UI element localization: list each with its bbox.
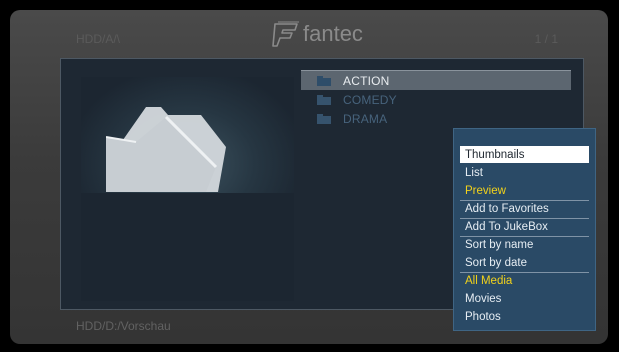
fantec-logo: fantec [272, 16, 382, 52]
folder-label: ACTION [343, 73, 390, 88]
menu-item-photos[interactable]: Photos [460, 308, 589, 325]
folder-icon [317, 75, 331, 86]
menu-item-list[interactable]: List [460, 164, 589, 181]
tv-screen: HDD/A/\ fantec 1 / 1 ACTION COMEDY DRAMA… [10, 10, 608, 344]
menu-item-all-media[interactable]: All Media [460, 272, 589, 289]
folder-icon [317, 94, 331, 105]
preview-pane [81, 77, 294, 301]
folder-thumbnail-icon [105, 97, 226, 192]
fantec-logo-icon [272, 21, 300, 47]
folder-label: DRAMA [343, 111, 388, 126]
page-counter: 1 / 1 [534, 32, 558, 46]
folder-icon [317, 113, 331, 124]
menu-item-movies[interactable]: Movies [460, 290, 589, 307]
menu-item-preview[interactable]: Preview [460, 182, 589, 199]
menu-item-thumbnails[interactable]: Thumbnails [460, 146, 589, 163]
menu-item-add-to-jukebox[interactable]: Add To JukeBox [460, 218, 589, 235]
folder-list: ACTION COMEDY DRAMA [301, 70, 571, 128]
menu-item-add-to-favorites[interactable]: Add to Favorites [460, 200, 589, 217]
footer-path: HDD/D:/Vorschau [76, 319, 171, 333]
menu-item-sort-by-date[interactable]: Sort by date [460, 254, 589, 271]
menu-item-sort-by-name[interactable]: Sort by name [460, 236, 589, 253]
folder-row-drama[interactable]: DRAMA [301, 109, 571, 128]
logo-text: fantec [303, 21, 363, 46]
folder-row-action[interactable]: ACTION [301, 70, 571, 90]
folder-row-comedy[interactable]: COMEDY [301, 90, 571, 109]
current-path: HDD/A/\ [76, 32, 121, 46]
options-menu: Thumbnails List Preview Add to Favorites… [453, 128, 596, 331]
folder-label: COMEDY [343, 92, 397, 107]
